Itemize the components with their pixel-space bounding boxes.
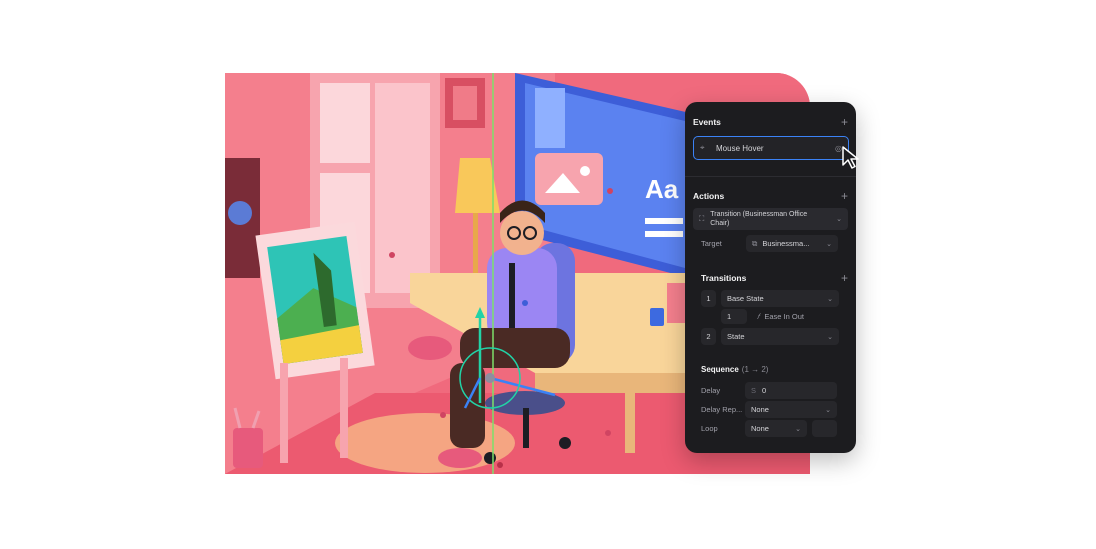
loop-select[interactable]: None ⌄ [745, 420, 807, 437]
transition-icon: ⛶ [699, 214, 705, 223]
events-header: Events + [693, 116, 848, 128]
transition-state-select[interactable]: State ⌄ [721, 328, 839, 345]
delay-repeat-row: Delay Rep... None ⌄ [693, 401, 848, 418]
transition-row-2: 2 State ⌄ [693, 328, 848, 345]
stage: Aa Events + ⌖ Mouse Hover ◎ Actions + ⛶ … [0, 0, 1096, 549]
transitions-header: Transitions + [701, 272, 848, 284]
target-value: Businessma... [762, 239, 810, 248]
actions-header: Actions + [693, 190, 848, 202]
function-icon: 𝑓 [757, 311, 760, 321]
transition-index: 1 [701, 290, 716, 307]
sequence-title: Sequence [701, 365, 739, 374]
preview-icon[interactable]: ◎ [835, 144, 842, 153]
events-title: Events [693, 117, 721, 127]
loop-count-input[interactable] [812, 420, 837, 437]
cursor-hover-icon: ⌖ [700, 143, 705, 152]
chevron-down-icon: ⌄ [825, 406, 831, 414]
sequence-subtitle: (1 → 2) [741, 365, 769, 374]
delay-repeat-value: None [751, 405, 769, 414]
interactions-panel: Events + ⌖ Mouse Hover ◎ Actions + ⛶ Tra… [685, 102, 856, 453]
event-item-mouse-hover[interactable]: ⌖ Mouse Hover ◎ [693, 136, 849, 160]
chevron-down-icon: ⌄ [826, 240, 832, 248]
transition-state-select[interactable]: Base State ⌄ [721, 290, 839, 307]
delay-row: Delay S 0 [693, 382, 848, 399]
divider [685, 176, 856, 177]
loop-label: Loop [701, 424, 718, 433]
delay-input[interactable]: S 0 [745, 382, 837, 399]
transition-timing-row: 1 𝑓 Ease In Out [693, 309, 848, 324]
action-row: ⛶ Transition (Businessman Office Chair) … [693, 208, 848, 230]
duration-input[interactable]: 1 [721, 309, 747, 324]
chevron-down-icon: ⌄ [795, 425, 801, 433]
target-label: Target [701, 239, 722, 248]
add-action-button[interactable]: + [841, 190, 848, 202]
sequence-header: Sequence (1 → 2) [693, 365, 848, 374]
target-select[interactable]: ⧉ Businessma... ⌄ [746, 235, 838, 252]
target-row: Target ⧉ Businessma... ⌄ [693, 235, 848, 252]
delay-unit: S [751, 386, 757, 395]
chevron-down-icon: ⌄ [836, 216, 842, 223]
layer-icon: ⧉ [752, 238, 758, 248]
actions-title: Actions [693, 191, 725, 201]
transition-index: 2 [701, 328, 716, 345]
action-label: Transition (Businessman Office Chair) [710, 211, 808, 227]
easing-label[interactable]: Ease In Out [764, 312, 804, 321]
mouse-pointer-icon [842, 146, 859, 169]
delay-label: Delay [701, 386, 721, 395]
event-label: Mouse Hover [716, 143, 764, 153]
delay-value: 0 [762, 386, 767, 395]
loop-row: Loop None ⌄ [693, 420, 848, 437]
add-transition-button[interactable]: + [841, 272, 848, 284]
transition-state-label: State [727, 332, 745, 341]
delay-repeat-label: Delay Rep... [701, 405, 743, 414]
transition-state-label: Base State [727, 294, 764, 303]
transition-row-1: 1 Base State ⌄ [693, 290, 848, 307]
loop-value: None [751, 424, 769, 433]
add-event-button[interactable]: + [841, 116, 848, 128]
chevron-down-icon: ⌄ [827, 333, 833, 341]
monitor-aa-text: Aa [645, 174, 679, 204]
delay-repeat-select[interactable]: None ⌄ [745, 401, 837, 418]
chevron-down-icon: ⌄ [827, 295, 833, 303]
action-transition-select[interactable]: ⛶ Transition (Businessman Office Chair) … [693, 208, 848, 230]
transitions-title: Transitions [701, 273, 747, 283]
